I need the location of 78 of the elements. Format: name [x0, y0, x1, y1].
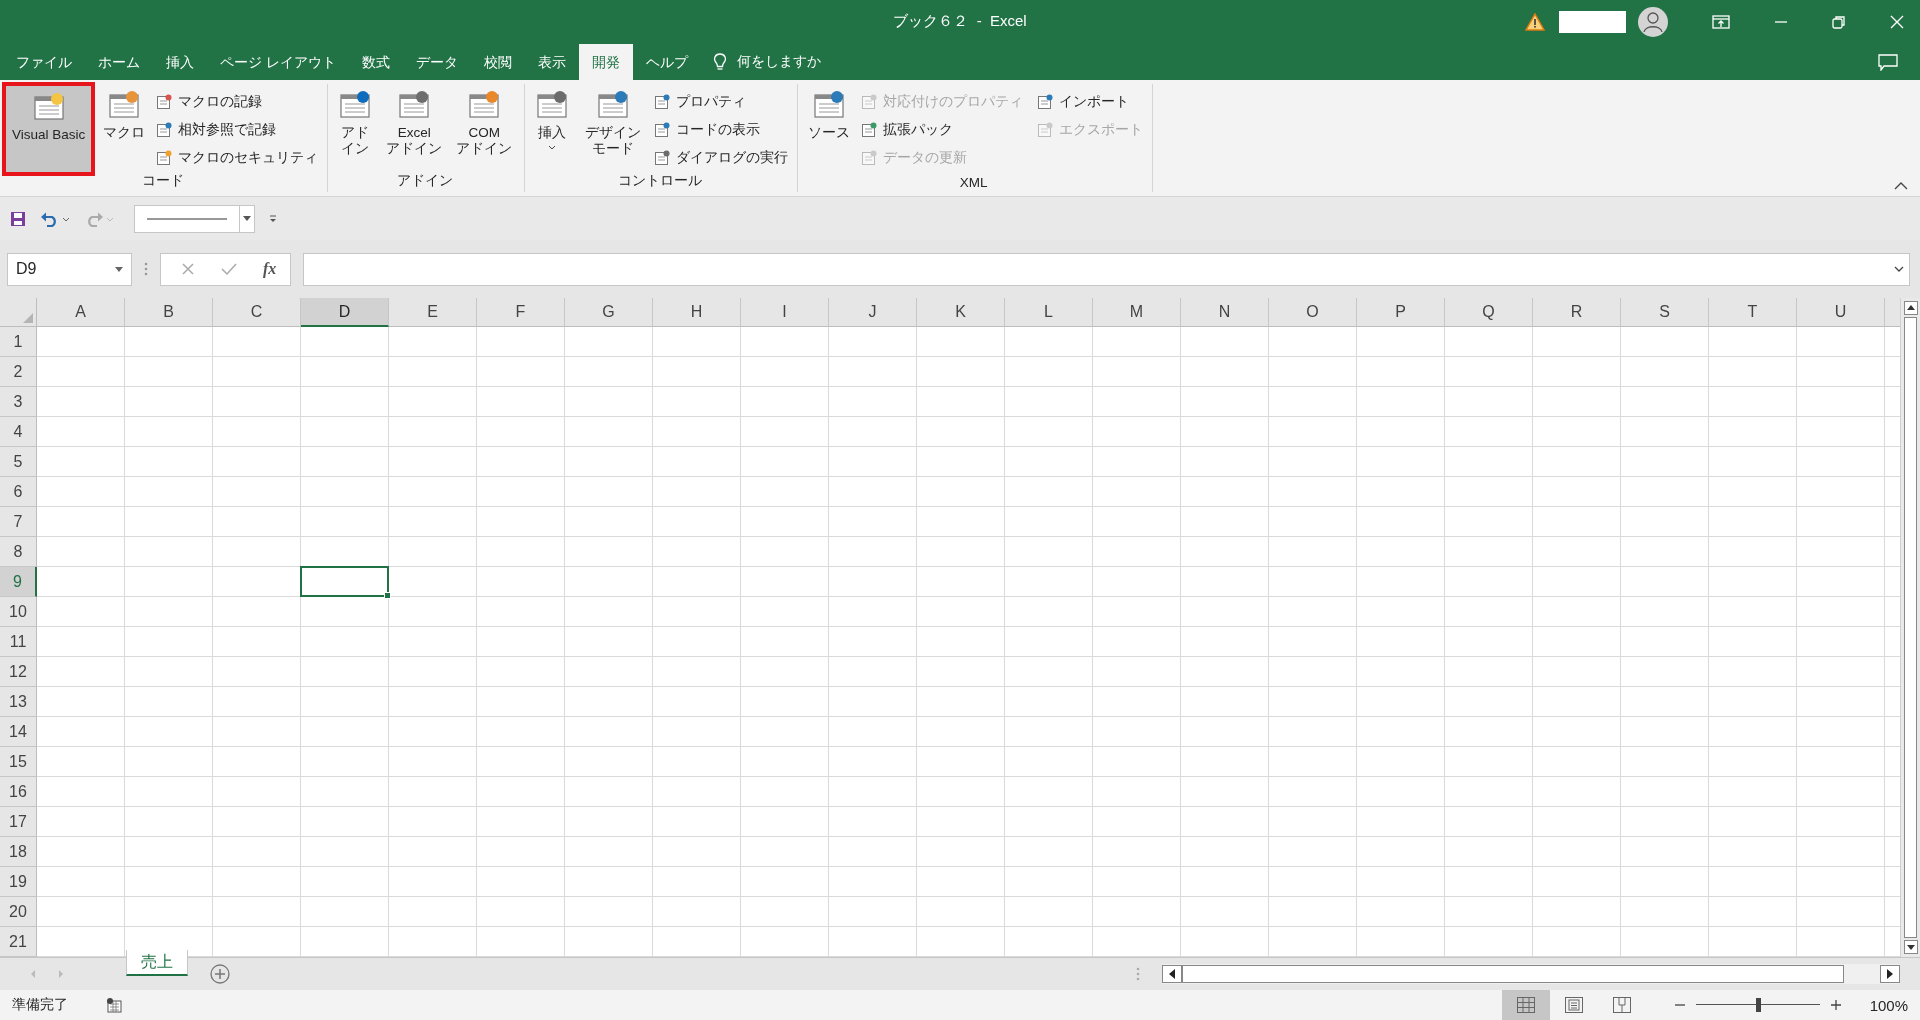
column-header[interactable]: C: [213, 298, 301, 327]
ribbon-button[interactable]: マクロ: [97, 84, 152, 172]
column-header[interactable]: P: [1357, 298, 1445, 327]
row-header[interactable]: 21: [0, 927, 37, 957]
row-header[interactable]: 18: [0, 837, 37, 867]
ribbon-command[interactable]: マクロの記録: [153, 88, 322, 116]
row-header[interactable]: 1: [0, 327, 37, 357]
column-header[interactable]: Q: [1445, 298, 1533, 327]
ribbon-tab[interactable]: データ: [402, 44, 471, 80]
row-header[interactable]: 4: [0, 417, 37, 447]
ribbon-tab[interactable]: 表示: [524, 44, 579, 80]
column-header[interactable]: I: [741, 298, 829, 327]
ribbon-tab[interactable]: ページ レイアウト: [207, 44, 349, 80]
group-label: アドイン: [396, 172, 455, 190]
insert-function-button[interactable]: fx: [263, 260, 277, 278]
row-header[interactable]: 16: [0, 777, 37, 807]
ribbon-button[interactable]: COM アドイン: [450, 84, 519, 172]
column-header[interactable]: F: [477, 298, 565, 327]
row-header[interactable]: 13: [0, 687, 37, 717]
row-header[interactable]: 2: [0, 357, 37, 387]
window-title: ブック６２ - Excel: [893, 12, 1027, 31]
column-header[interactable]: R: [1533, 298, 1621, 327]
ribbon-button[interactable]: デザインモード: [577, 84, 649, 172]
group-label: XML: [958, 175, 989, 192]
column-header[interactable]: M: [1093, 298, 1181, 327]
column-header[interactable]: T: [1709, 298, 1797, 327]
row-header[interactable]: 6: [0, 477, 37, 507]
column-header[interactable]: U: [1797, 298, 1885, 327]
ribbon-tab[interactable]: ホーム: [85, 44, 153, 80]
ribbon-command[interactable]: インポート: [1033, 88, 1146, 116]
column-header[interactable]: G: [565, 298, 653, 327]
group-label: コントロール: [617, 172, 703, 190]
column-header[interactable]: N: [1181, 298, 1269, 327]
row-header[interactable]: 17: [0, 807, 37, 837]
row-header[interactable]: 9: [0, 567, 37, 597]
ribbon-command[interactable]: 拡張パック: [857, 116, 1026, 144]
column-header[interactable]: B: [125, 298, 213, 327]
row-header[interactable]: 3: [0, 387, 37, 417]
ribbon-command[interactable]: プロパティ: [650, 88, 791, 116]
row-header[interactable]: 11: [0, 627, 37, 657]
row-header[interactable]: 7: [0, 507, 37, 537]
ribbon-tab[interactable]: 開発: [578, 44, 633, 80]
row-header[interactable]: 8: [0, 537, 37, 567]
ribbon-tab[interactable]: 挿入: [153, 44, 207, 80]
row-header[interactable]: 12: [0, 657, 37, 687]
column-header[interactable]: D: [301, 298, 389, 327]
ribbon-command[interactable]: マクロのセキュリティ: [153, 144, 322, 172]
ribbon-button[interactable]: Excel アドイン: [380, 84, 449, 172]
row-header[interactable]: 5: [0, 447, 37, 477]
column-header[interactable]: K: [917, 298, 1005, 327]
ribbon-tab[interactable]: 校閲: [470, 44, 525, 80]
row-header[interactable]: 10: [0, 597, 37, 627]
row-header[interactable]: 14: [0, 717, 37, 747]
sheet-tab[interactable]: 売上: [126, 950, 188, 976]
column-header[interactable]: S: [1621, 298, 1709, 327]
zoom-level-text[interactable]: 100%: [1869, 996, 1908, 1014]
column-header[interactable]: A: [37, 298, 125, 327]
column-header[interactable]: L: [1005, 298, 1093, 327]
ribbon-button[interactable]: アドイン: [332, 84, 379, 172]
ribbon-command[interactable]: ダイアログの実行: [650, 144, 791, 172]
status-text: 準備完了: [12, 996, 68, 1014]
column-header[interactable]: E: [389, 298, 477, 327]
ribbon-tab[interactable]: ヘルプ: [632, 44, 701, 80]
ribbon-tab[interactable]: ファイル: [3, 44, 85, 80]
column-header[interactable]: H: [653, 298, 741, 327]
row-header[interactable]: 20: [0, 897, 37, 927]
name-box[interactable]: D9: [7, 252, 132, 286]
ribbon-tab[interactable]: 数式: [348, 44, 403, 80]
column-header[interactable]: O: [1269, 298, 1357, 327]
ribbon-button[interactable]: 挿入: [529, 84, 576, 172]
row-header[interactable]: 15: [0, 747, 37, 777]
ribbon-command[interactable]: 相対参照で記録: [153, 116, 322, 144]
row-header[interactable]: 19: [0, 867, 37, 897]
group-label: コード: [140, 172, 185, 190]
column-header[interactable]: J: [829, 298, 917, 327]
ribbon-command[interactable]: コードの表示: [650, 116, 791, 144]
tell-me-search[interactable]: 何をしますか: [700, 44, 821, 80]
ribbon-button[interactable]: ソース: [801, 84, 856, 175]
